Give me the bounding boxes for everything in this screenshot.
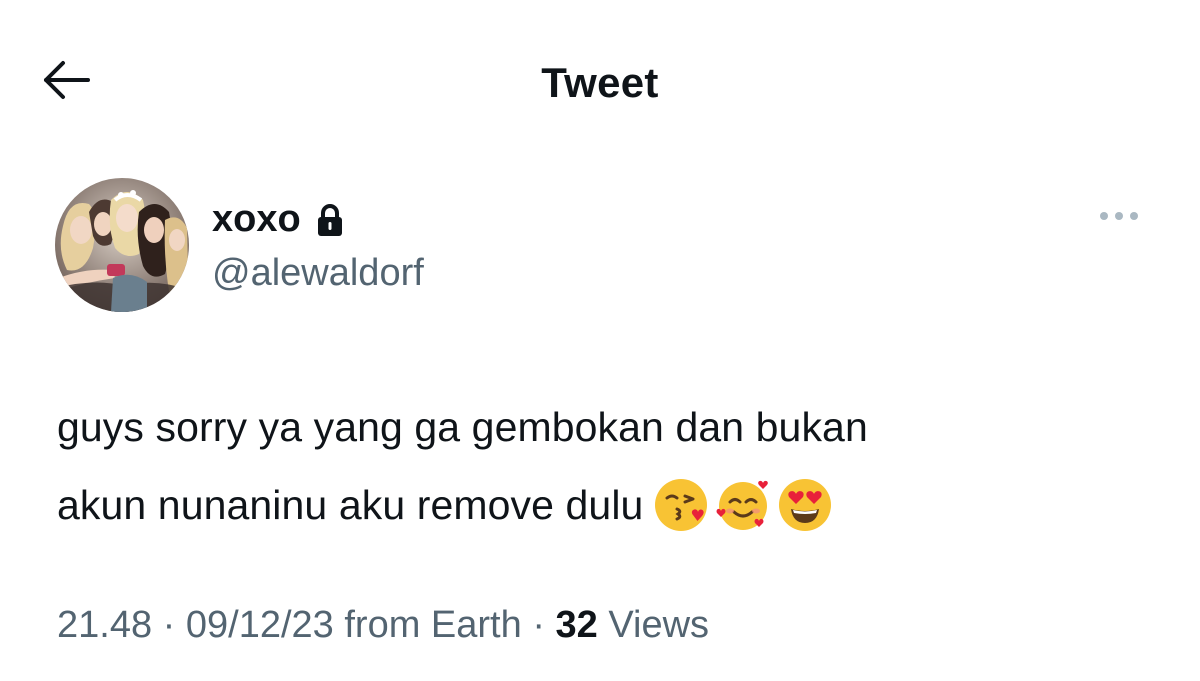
views-label: Views	[608, 604, 710, 646]
tweet-time[interactable]: 21.48	[57, 604, 152, 646]
tweet-date[interactable]: 09/12/23	[186, 604, 334, 646]
more-horizontal-icon	[1099, 208, 1139, 226]
meta-separator: ·	[162, 604, 176, 646]
meta-separator: ·	[532, 604, 545, 646]
tweet-source: from Earth	[344, 604, 522, 646]
tweet-text-line-2-text: akun nunaninu aku remove dulu	[57, 482, 644, 528]
tweet-text-line-1: guys sorry ya yang ga gembokan dan bukan	[57, 404, 868, 450]
face-blowing-a-kiss-emoji	[655, 479, 708, 531]
avatar-photo	[55, 178, 189, 312]
tweet-text: guys sorry ya yang ga gembokan dan bukan…	[57, 388, 1147, 544]
smiling-face-with-hearts-emoji	[716, 480, 769, 530]
display-name[interactable]: xoxo	[212, 196, 301, 242]
avatar[interactable]	[55, 178, 189, 312]
more-options-button[interactable]	[1094, 200, 1144, 234]
author-handle[interactable]: @alewaldorf	[212, 250, 424, 296]
emoji-group	[653, 477, 833, 533]
author-name-row: xoxo	[212, 196, 345, 242]
lock-icon	[315, 203, 345, 237]
views-count: 32	[555, 604, 598, 646]
arrow-left-icon	[40, 58, 92, 107]
tweet-meta: 21.48 · 09/12/23 from Earth · 32 Views	[57, 602, 709, 648]
back-button[interactable]	[40, 58, 96, 106]
page-title: Tweet	[541, 59, 659, 106]
tweet-text-line-2: akun nunaninu aku remove dulu	[57, 466, 1147, 544]
smiling-face-with-heart-eyes-emoji	[779, 479, 832, 531]
